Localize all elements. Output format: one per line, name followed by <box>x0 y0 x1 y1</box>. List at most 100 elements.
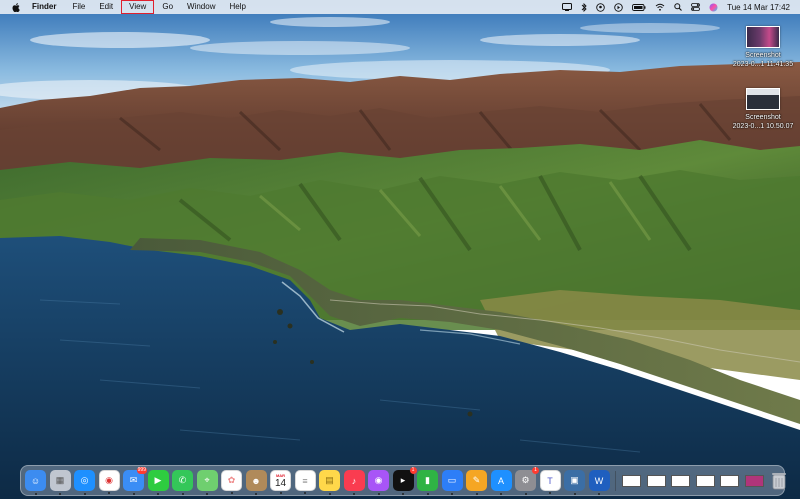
teams-icon[interactable]: T <box>539 470 561 494</box>
menu-clock[interactable]: Tue 14 Mar 17:42 <box>727 3 790 12</box>
bluetooth-icon[interactable] <box>581 2 587 12</box>
calendar-day: 14 <box>274 477 287 489</box>
siri-icon[interactable] <box>709 3 718 12</box>
running-indicator <box>475 493 478 495</box>
wifi-icon[interactable] <box>655 3 665 11</box>
app-glyph: ✎ <box>472 475 481 485</box>
photos-icon[interactable]: ✿ <box>221 470 242 494</box>
app-glyph: ⌖ <box>204 475 210 485</box>
finder-icon[interactable]: ☺ <box>25 470 46 495</box>
menu-view[interactable]: View <box>121 0 155 14</box>
reminders-icon[interactable]: ≡ <box>294 470 316 494</box>
app-glyph: ▦ <box>55 475 65 485</box>
screenshot-thumbnail <box>746 88 780 110</box>
running-indicator <box>83 493 86 495</box>
notes-icon[interactable]: ▤ <box>319 470 340 495</box>
spotlight-search-icon[interactable] <box>674 3 683 11</box>
recent-window-5-icon[interactable] <box>744 470 765 491</box>
app-glyph: ✿ <box>227 475 236 485</box>
app-glyph: ✆ <box>178 475 187 485</box>
running-indicator <box>279 492 282 494</box>
running-indicator <box>524 493 527 495</box>
apple-menu-icon[interactable] <box>11 2 20 12</box>
running-indicator <box>377 493 380 495</box>
menu-file[interactable]: File <box>65 1 92 13</box>
messages-icon[interactable]: ✆ <box>172 470 193 495</box>
desktop-file-name: Screenshot <box>745 114 781 121</box>
dock: ☺ ▦ ◎ ◉ ✉ 999 ▶ ✆ ⌖ ✿ ☻ MAR 14 ≡ ▤ ♪ ◉ ▸ 1 ▮ ▭ ✎ A ⚙ 1 T ▣ W <box>20 465 786 496</box>
running-indicator <box>157 493 159 495</box>
screen-mirror-icon[interactable] <box>562 3 573 11</box>
chrome-icon[interactable]: ◉ <box>98 470 120 494</box>
app-glyph: ◎ <box>80 475 89 485</box>
vpn-icon[interactable] <box>596 2 605 12</box>
app-glyph: ≡ <box>302 475 308 486</box>
desktop-file-screenshot-2[interactable]: Screenshot 2023-0...1 10.50.07 <box>728 88 798 131</box>
desktop-file-date: 2023-0...1 11.41.35 <box>732 61 794 68</box>
running-indicator <box>34 493 37 495</box>
numbers-icon[interactable]: ▮ <box>417 470 438 495</box>
window-thumbnail <box>720 474 739 487</box>
maps-icon[interactable]: ⌖ <box>196 470 218 495</box>
pages-icon[interactable]: ✎ <box>466 470 487 495</box>
running-indicator <box>549 492 551 494</box>
word-icon[interactable]: W <box>588 470 610 495</box>
play-icon[interactable] <box>614 2 623 12</box>
battery-icon[interactable] <box>632 3 646 11</box>
app-glyph: ◉ <box>105 475 113 485</box>
running-indicator <box>255 493 257 495</box>
notification-badge: 1 <box>409 467 417 474</box>
app-glyph: ⚙ <box>521 475 530 485</box>
app-glyph: ▮ <box>425 475 430 485</box>
menu-edit[interactable]: Edit <box>92 1 120 13</box>
app-glyph: ✉ <box>129 475 138 485</box>
recent-window-4-icon[interactable] <box>719 470 740 491</box>
music-icon[interactable]: ♪ <box>343 470 365 495</box>
running-indicator <box>181 493 184 495</box>
calendar-icon[interactable]: MAR 14 <box>270 470 291 494</box>
contacts-icon[interactable]: ☻ <box>245 470 267 495</box>
facetime-icon[interactable]: ▶ <box>147 470 169 495</box>
app-glyph: T <box>547 475 553 486</box>
running-indicator <box>402 493 404 495</box>
running-indicator <box>598 493 600 495</box>
desktop-file-date: 2023-0...1 10.50.07 <box>732 123 794 130</box>
mail-icon[interactable]: ✉ 999 <box>123 467 147 495</box>
menu-help[interactable]: Help <box>222 1 252 13</box>
desktop-wallpaper <box>0 0 800 499</box>
running-indicator <box>426 493 429 495</box>
app-glyph: ♪ <box>351 475 357 486</box>
running-indicator <box>500 493 502 495</box>
running-indicator <box>573 493 576 495</box>
menu-app-finder[interactable]: Finder <box>28 1 65 13</box>
preview-icon[interactable]: ▣ <box>564 470 585 495</box>
app-glyph: ☺ <box>30 475 41 486</box>
control-center-icon[interactable] <box>691 3 701 11</box>
system-settings-icon[interactable]: ⚙ 1 <box>515 467 539 495</box>
running-indicator <box>230 492 233 494</box>
downloads-stack-icon[interactable] <box>621 470 642 491</box>
menu-go[interactable]: Go <box>155 1 180 13</box>
window-thumbnail <box>622 474 641 487</box>
window-thumbnail <box>695 474 715 487</box>
desktop-file-screenshot-1[interactable]: Screenshot 2023-0...1 11.41.35 <box>728 26 798 69</box>
menu-window[interactable]: Window <box>180 1 222 13</box>
recent-window-2-icon[interactable] <box>670 470 691 491</box>
trash-icon[interactable] <box>768 470 789 491</box>
launchpad-icon[interactable]: ▦ <box>49 470 71 495</box>
safari-icon[interactable]: ◎ <box>74 470 95 495</box>
menu-bar: Finder File Edit View Go Window Help Tue… <box>0 0 800 14</box>
notification-badge: 1 <box>532 467 539 474</box>
app-glyph: ▸ <box>400 475 406 485</box>
recent-window-3-icon[interactable] <box>695 470 716 491</box>
screenshot-thumbnail <box>746 26 780 48</box>
running-indicator <box>451 493 453 495</box>
keynote-icon[interactable]: ▭ <box>441 470 463 495</box>
podcasts-icon[interactable]: ◉ <box>368 470 389 495</box>
appletv-icon[interactable]: ▸ 1 <box>392 467 417 495</box>
window-thumbnail <box>646 474 666 487</box>
running-indicator <box>328 493 331 495</box>
appstore-icon[interactable]: A <box>490 470 512 495</box>
recent-window-1-icon[interactable] <box>646 470 667 491</box>
desktop-file-name: Screenshot <box>745 52 781 59</box>
